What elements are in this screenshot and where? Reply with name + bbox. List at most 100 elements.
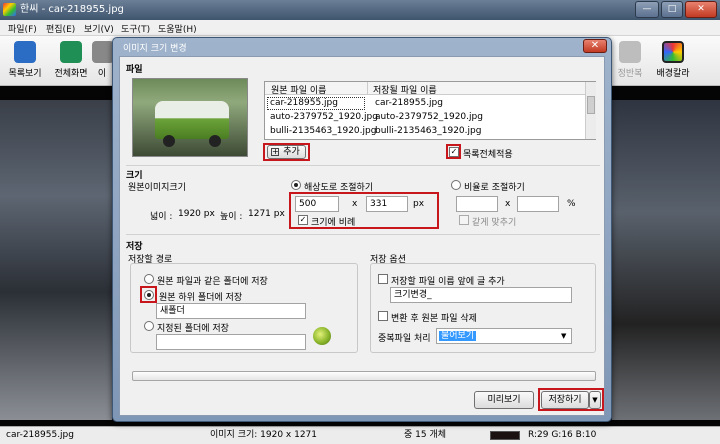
subfolder-label: 원본 하위 폴더에 저장 xyxy=(159,293,243,303)
menu-file[interactable]: 파일(F) xyxy=(8,22,37,35)
minimize-button[interactable]: — xyxy=(635,1,659,18)
file-list-header: 원본 파일 이름 저장될 파일 이름 xyxy=(265,82,585,96)
menu-tools[interactable]: 도구(T) xyxy=(121,22,150,35)
subfolder-radio[interactable] xyxy=(144,290,154,300)
status-rgb: R:29 G:16 B:10 xyxy=(528,430,597,440)
app-logo-icon xyxy=(3,3,16,16)
add-file-button[interactable]: + 추가 xyxy=(267,145,306,159)
dialog-close-button[interactable]: ✕ xyxy=(583,39,607,53)
repeat-button[interactable]: 정반복 xyxy=(612,39,648,83)
resize-dialog: 이미지 크기 변경 ✕ 파일 원본 파일 이름 저장될 파일 이름 car-21… xyxy=(112,37,612,422)
delete-original-label: 변환 후 원본 파일 삭제 xyxy=(391,314,477,324)
height-label: 높이 : xyxy=(220,212,243,222)
chevron-down-icon: ▼ xyxy=(561,332,567,340)
save-button[interactable]: 저장하기 xyxy=(541,391,589,409)
by-ratio-radio[interactable] xyxy=(451,180,461,190)
width-value: 1920 px xyxy=(178,209,215,219)
px-unit-label: px xyxy=(413,199,425,209)
background-color-label: 배경칼라 xyxy=(656,69,690,79)
row-3-saved: bulli-2135463_1920.jpg xyxy=(375,126,482,136)
dialog-body: 파일 원본 파일 이름 저장될 파일 이름 car-218955.jpg car… xyxy=(119,56,605,416)
row-1-original: car-218955.jpg xyxy=(270,98,338,108)
prefix-checkbox[interactable] xyxy=(378,274,388,284)
row-2-saved: auto-2379752_1920.jpg xyxy=(375,112,483,122)
van-wheel xyxy=(163,135,175,147)
ratio-times-label: x xyxy=(505,199,511,209)
section-divider xyxy=(126,234,600,235)
background-photo-right xyxy=(612,100,720,420)
file-section-label: 파일 xyxy=(126,65,143,75)
palette-icon xyxy=(662,41,684,63)
same-folder-radio[interactable] xyxy=(144,274,154,284)
add-file-label: 추가 xyxy=(283,147,300,157)
ratio-width-input[interactable] xyxy=(456,196,498,212)
delete-original-checkbox[interactable] xyxy=(378,311,388,321)
preview-button[interactable]: 미리보기 xyxy=(474,391,534,409)
menu-view[interactable]: 보기(V) xyxy=(84,22,114,35)
percent-unit-label: % xyxy=(567,199,576,209)
row-3-original[interactable]: bulli-2135463_1920.jpg xyxy=(270,126,376,136)
window-title: 한씨 - car-218955.jpg xyxy=(20,4,124,15)
van-shape xyxy=(155,101,229,139)
times-label: x xyxy=(352,199,358,209)
ratio-height-input[interactable] xyxy=(517,196,559,212)
height-input[interactable]: 331 xyxy=(366,196,408,212)
height-value: 1271 px xyxy=(248,209,285,219)
proportional-label: 크기에 비례 xyxy=(311,218,356,228)
van-wheel xyxy=(209,135,221,147)
status-filename: car-218955.jpg xyxy=(6,430,74,440)
row-2-original[interactable]: auto-2379752_1920.jpg xyxy=(270,112,378,122)
maximize-button[interactable]: □ xyxy=(661,1,683,18)
section-divider xyxy=(126,165,600,166)
list-view-icon xyxy=(14,41,36,63)
apply-all-label: 목록전체적용 xyxy=(463,150,513,160)
progress-bar xyxy=(132,371,596,381)
specified-folder-label: 지정된 폴더에 저장 xyxy=(157,324,229,334)
list-view-button[interactable]: 목록보기 xyxy=(2,39,48,83)
specified-folder-input[interactable] xyxy=(156,334,306,350)
by-ratio-label: 비율로 조절하기 xyxy=(464,183,525,193)
plus-icon: + xyxy=(271,147,279,156)
save-options-dropdown[interactable]: ▼ xyxy=(589,391,601,409)
menu-edit[interactable]: 편집(E) xyxy=(46,22,75,35)
duplicate-value: 물어보기 xyxy=(439,331,477,341)
image-icon xyxy=(92,41,112,63)
menu-help[interactable]: 도움말(H) xyxy=(158,22,197,35)
col-original-header[interactable]: 원본 파일 이름 xyxy=(271,83,326,96)
subfolder-input[interactable]: 새폴더 xyxy=(156,303,306,319)
file-list[interactable]: 원본 파일 이름 저장될 파일 이름 car-218955.jpg car-21… xyxy=(264,81,596,140)
original-size-label: 원본이미지크기 xyxy=(128,183,186,193)
image-label: 이 xyxy=(97,69,107,79)
col-saved-header[interactable]: 저장될 파일 이름 xyxy=(373,83,437,96)
background-color-button[interactable]: 배경칼라 xyxy=(650,39,696,83)
list-view-label: 목록보기 xyxy=(8,69,42,79)
duplicate-select[interactable]: 물어보기 ▼ xyxy=(436,328,572,344)
proportional-checkbox[interactable]: ✓ xyxy=(298,215,308,225)
title-bar: 한씨 - car-218955.jpg xyxy=(0,0,720,20)
row-1-saved: car-218955.jpg xyxy=(375,98,443,108)
menu-bar: 파일(F) 편집(E) 보기(V) 도구(T) 도움말(H) xyxy=(0,20,720,36)
width-label: 넓이 : xyxy=(150,212,173,222)
close-window-button[interactable]: ✕ xyxy=(685,1,717,18)
repeat-icon xyxy=(619,41,641,63)
file-list-scrollbar[interactable] xyxy=(585,82,596,139)
width-input[interactable]: 500 xyxy=(295,196,339,212)
browse-folder-icon[interactable] xyxy=(313,327,331,345)
apply-all-checkbox[interactable]: ✓ xyxy=(449,147,459,157)
repeat-label: 정반복 xyxy=(617,69,643,79)
prefix-input[interactable]: 크기변경_ xyxy=(390,287,572,303)
fullscreen-button[interactable]: 전체화면 xyxy=(48,39,94,83)
same-folder-label: 원본 파일과 같은 폴더에 저장 xyxy=(157,277,268,287)
image-button[interactable]: 이 xyxy=(92,39,112,83)
fullscreen-icon xyxy=(60,41,82,63)
specified-folder-radio[interactable] xyxy=(144,321,154,331)
save-section-label: 저장 xyxy=(126,242,143,252)
background-photo-left xyxy=(0,100,112,420)
by-resolution-radio[interactable] xyxy=(291,180,301,190)
same-ratio-label: 같게 맞추기 xyxy=(472,218,517,228)
scrollbar-thumb[interactable] xyxy=(587,96,595,114)
status-color-swatch xyxy=(490,431,520,440)
same-ratio-checkbox[interactable] xyxy=(459,215,469,225)
prefix-label: 저장할 파일 이름 앞에 글 추가 xyxy=(391,277,505,287)
duplicate-label: 중복파일 처리 xyxy=(378,334,431,344)
